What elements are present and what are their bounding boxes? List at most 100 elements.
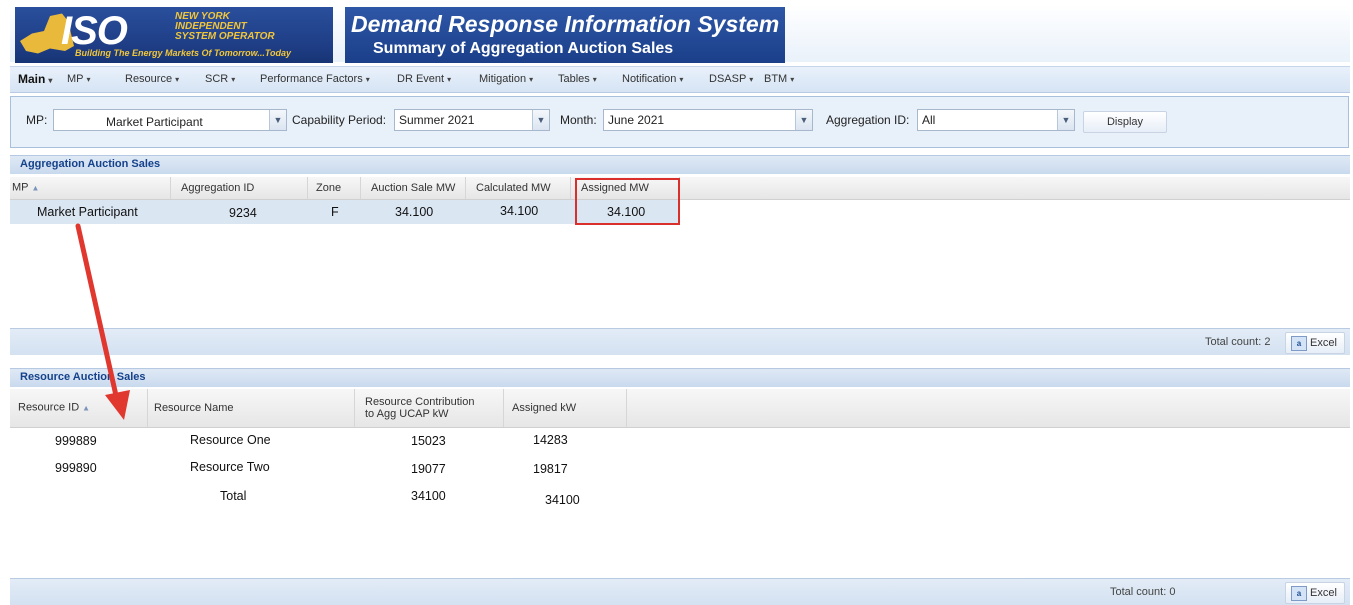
cell-assigned-kw: 19817 [533, 462, 568, 476]
chevron-down-icon: ▾ [592, 75, 597, 84]
menu-mitigation-label: Mitigation [479, 73, 527, 85]
chevron-down-icon: ▾ [447, 75, 452, 84]
cell-resource-contribution: 19077 [411, 462, 446, 476]
resource-grid-header: Resource ID ▲ Resource Name Resource Cont… [10, 389, 1350, 428]
filter-bar: MP: Market Participant ▼ Capability Peri… [10, 96, 1349, 148]
menu-tables[interactable]: Tables ▾ [558, 73, 597, 85]
assigned-mw-highlight-box [575, 178, 680, 225]
menu-scr[interactable]: SCR ▾ [205, 73, 235, 85]
excel-icon: a [1291, 336, 1307, 351]
cell-resource-id: 999890 [55, 461, 97, 475]
month-select[interactable]: June 2021 ▼ [603, 109, 813, 131]
col-resource-id-label: Resource ID [18, 401, 80, 414]
mp-select-value: Market Participant [106, 115, 203, 129]
cell-resource-id: 999889 [55, 434, 97, 448]
mp-select[interactable]: Market Participant ▼ [53, 109, 287, 131]
aggregation-id-select[interactable]: All ▼ [917, 109, 1075, 131]
aggregation-panel-title: Aggregation Auction Sales [20, 158, 161, 170]
col-resource-contribution-label-line1: Resource Contribution [365, 396, 475, 408]
aggregation-excel-button[interactable]: a Excel [1285, 332, 1345, 354]
menu-scr-label: SCR [205, 73, 229, 85]
sort-ascending-icon: ▲ [82, 403, 91, 413]
page-title: Demand Response Information System [351, 11, 780, 37]
aggregation-id-label: Aggregation ID: [826, 113, 910, 127]
cell-assigned-kw: 14283 [533, 433, 568, 447]
page-subtitle: Summary of Aggregation Auction Sales [373, 40, 674, 57]
col-assigned-kw[interactable]: Assigned kW [504, 389, 627, 427]
col-auction-sale-mw[interactable]: Auction Sale MW [361, 177, 466, 199]
cell-total-contribution: 34100 [411, 489, 446, 503]
chevron-down-icon[interactable]: ▼ [269, 110, 286, 130]
col-calculated-mw[interactable]: Calculated MW [466, 177, 571, 199]
col-resource-id[interactable]: Resource ID ▲ [10, 389, 148, 427]
aggregation-id-value: All [922, 113, 936, 127]
cell-mp: Market Participant [37, 205, 138, 219]
capability-period-label: Capability Period: [292, 113, 387, 127]
aggregation-panel-title-bar: Aggregation Auction Sales [10, 155, 1350, 174]
col-calculated-mw-label: Calculated MW [476, 182, 551, 194]
menu-performance-factors[interactable]: Performance Factors ▾ [260, 73, 370, 85]
aggregation-excel-label: Excel [1310, 337, 1337, 349]
menu-mitigation[interactable]: Mitigation ▾ [479, 73, 533, 85]
col-resource-name[interactable]: Resource Name [148, 389, 355, 427]
display-button[interactable]: Display [1083, 111, 1167, 133]
chevron-down-icon: ▾ [790, 75, 795, 84]
sort-ascending-icon: ▲ [31, 183, 40, 193]
resource-excel-button[interactable]: a Excel [1285, 582, 1345, 604]
resource-total-count: Total count: 0 [1110, 586, 1176, 598]
capability-period-select[interactable]: Summer 2021 ▼ [394, 109, 550, 131]
col-resource-contribution-label-line2: to Agg UCAP kW [365, 408, 449, 420]
col-mp[interactable]: MP ▲ [10, 177, 171, 199]
aggregation-grid-toolbar: Total count: 2 a Excel [10, 328, 1350, 355]
col-zone-label: Zone [316, 182, 342, 194]
resource-panel-title-bar: Resource Auction Sales [10, 368, 1350, 387]
col-auction-sale-mw-label: Auction Sale MW [371, 182, 456, 194]
menu-btm-label: BTM [764, 73, 788, 85]
col-assigned-kw-label: Assigned kW [512, 402, 577, 414]
menu-btm[interactable]: BTM ▾ [764, 73, 794, 85]
chevron-down-icon: ▾ [679, 75, 684, 84]
col-aggregation-id-label: Aggregation ID [181, 182, 255, 194]
cell-total-label: Total [220, 489, 247, 503]
title-banner: Demand Response Information System Summa… [345, 7, 785, 63]
menu-notification-label: Notification [622, 73, 677, 85]
menu-resource[interactable]: Resource ▾ [125, 73, 179, 85]
chevron-down-icon[interactable]: ▼ [795, 110, 812, 130]
menu-mp[interactable]: MP ▾ [67, 73, 91, 85]
chevron-down-icon: ▾ [231, 75, 236, 84]
col-resource-contribution[interactable]: Resource Contribution to Agg UCAP kW [355, 389, 504, 427]
chevron-down-icon: ▾ [175, 75, 180, 84]
menu-dsasp[interactable]: DSASP ▾ [709, 73, 753, 85]
month-value: June 2021 [608, 113, 665, 127]
col-zone[interactable]: Zone [308, 177, 361, 199]
menu-main[interactable]: Main ▾ [18, 72, 52, 86]
chevron-down-icon: ▾ [48, 76, 53, 85]
aggregation-total-count: Total count: 2 [1205, 336, 1271, 348]
menu-dr-event-label: DR Event [397, 73, 445, 85]
menu-notification[interactable]: Notification ▾ [622, 73, 683, 85]
menu-mp-label: MP [67, 73, 84, 85]
col-resource-name-label: Resource Name [154, 402, 234, 414]
resource-grid-toolbar: Total count: 0 a Excel [10, 578, 1350, 605]
cell-resource-contribution: 15023 [411, 434, 446, 448]
chevron-down-icon: ▾ [86, 75, 91, 84]
menu-dr-event[interactable]: DR Event ▾ [397, 73, 451, 85]
resource-excel-label: Excel [1310, 587, 1337, 599]
menu-tables-label: Tables [558, 73, 590, 85]
excel-icon: a [1291, 586, 1307, 601]
month-label: Month: [560, 113, 597, 127]
menu-resource-label: Resource [125, 73, 173, 85]
resource-panel-title: Resource Auction Sales [20, 371, 146, 383]
cell-auction-sale-mw: 34.100 [395, 205, 434, 219]
capability-period-value: Summer 2021 [399, 113, 475, 127]
chevron-down-icon: ▾ [365, 75, 370, 84]
chevron-down-icon[interactable]: ▼ [532, 110, 549, 130]
logo-org-line3: SYSTEM OPERATOR [175, 31, 275, 42]
main-menu-bar: Main ▾ MP ▾ Resource ▾ SCR ▾ Performance Fac… [10, 66, 1350, 93]
menu-performance-factors-label: Performance Factors [260, 73, 363, 85]
col-aggregation-id[interactable]: Aggregation ID [171, 177, 308, 199]
aggregation-grid-header: MP ▲ Aggregation ID Zone Auction Sale MW … [10, 177, 1350, 200]
cell-total-assigned-kw: 34100 [545, 493, 580, 507]
chevron-down-icon[interactable]: ▼ [1057, 110, 1074, 130]
cell-calculated-mw: 34.100 [500, 204, 539, 218]
